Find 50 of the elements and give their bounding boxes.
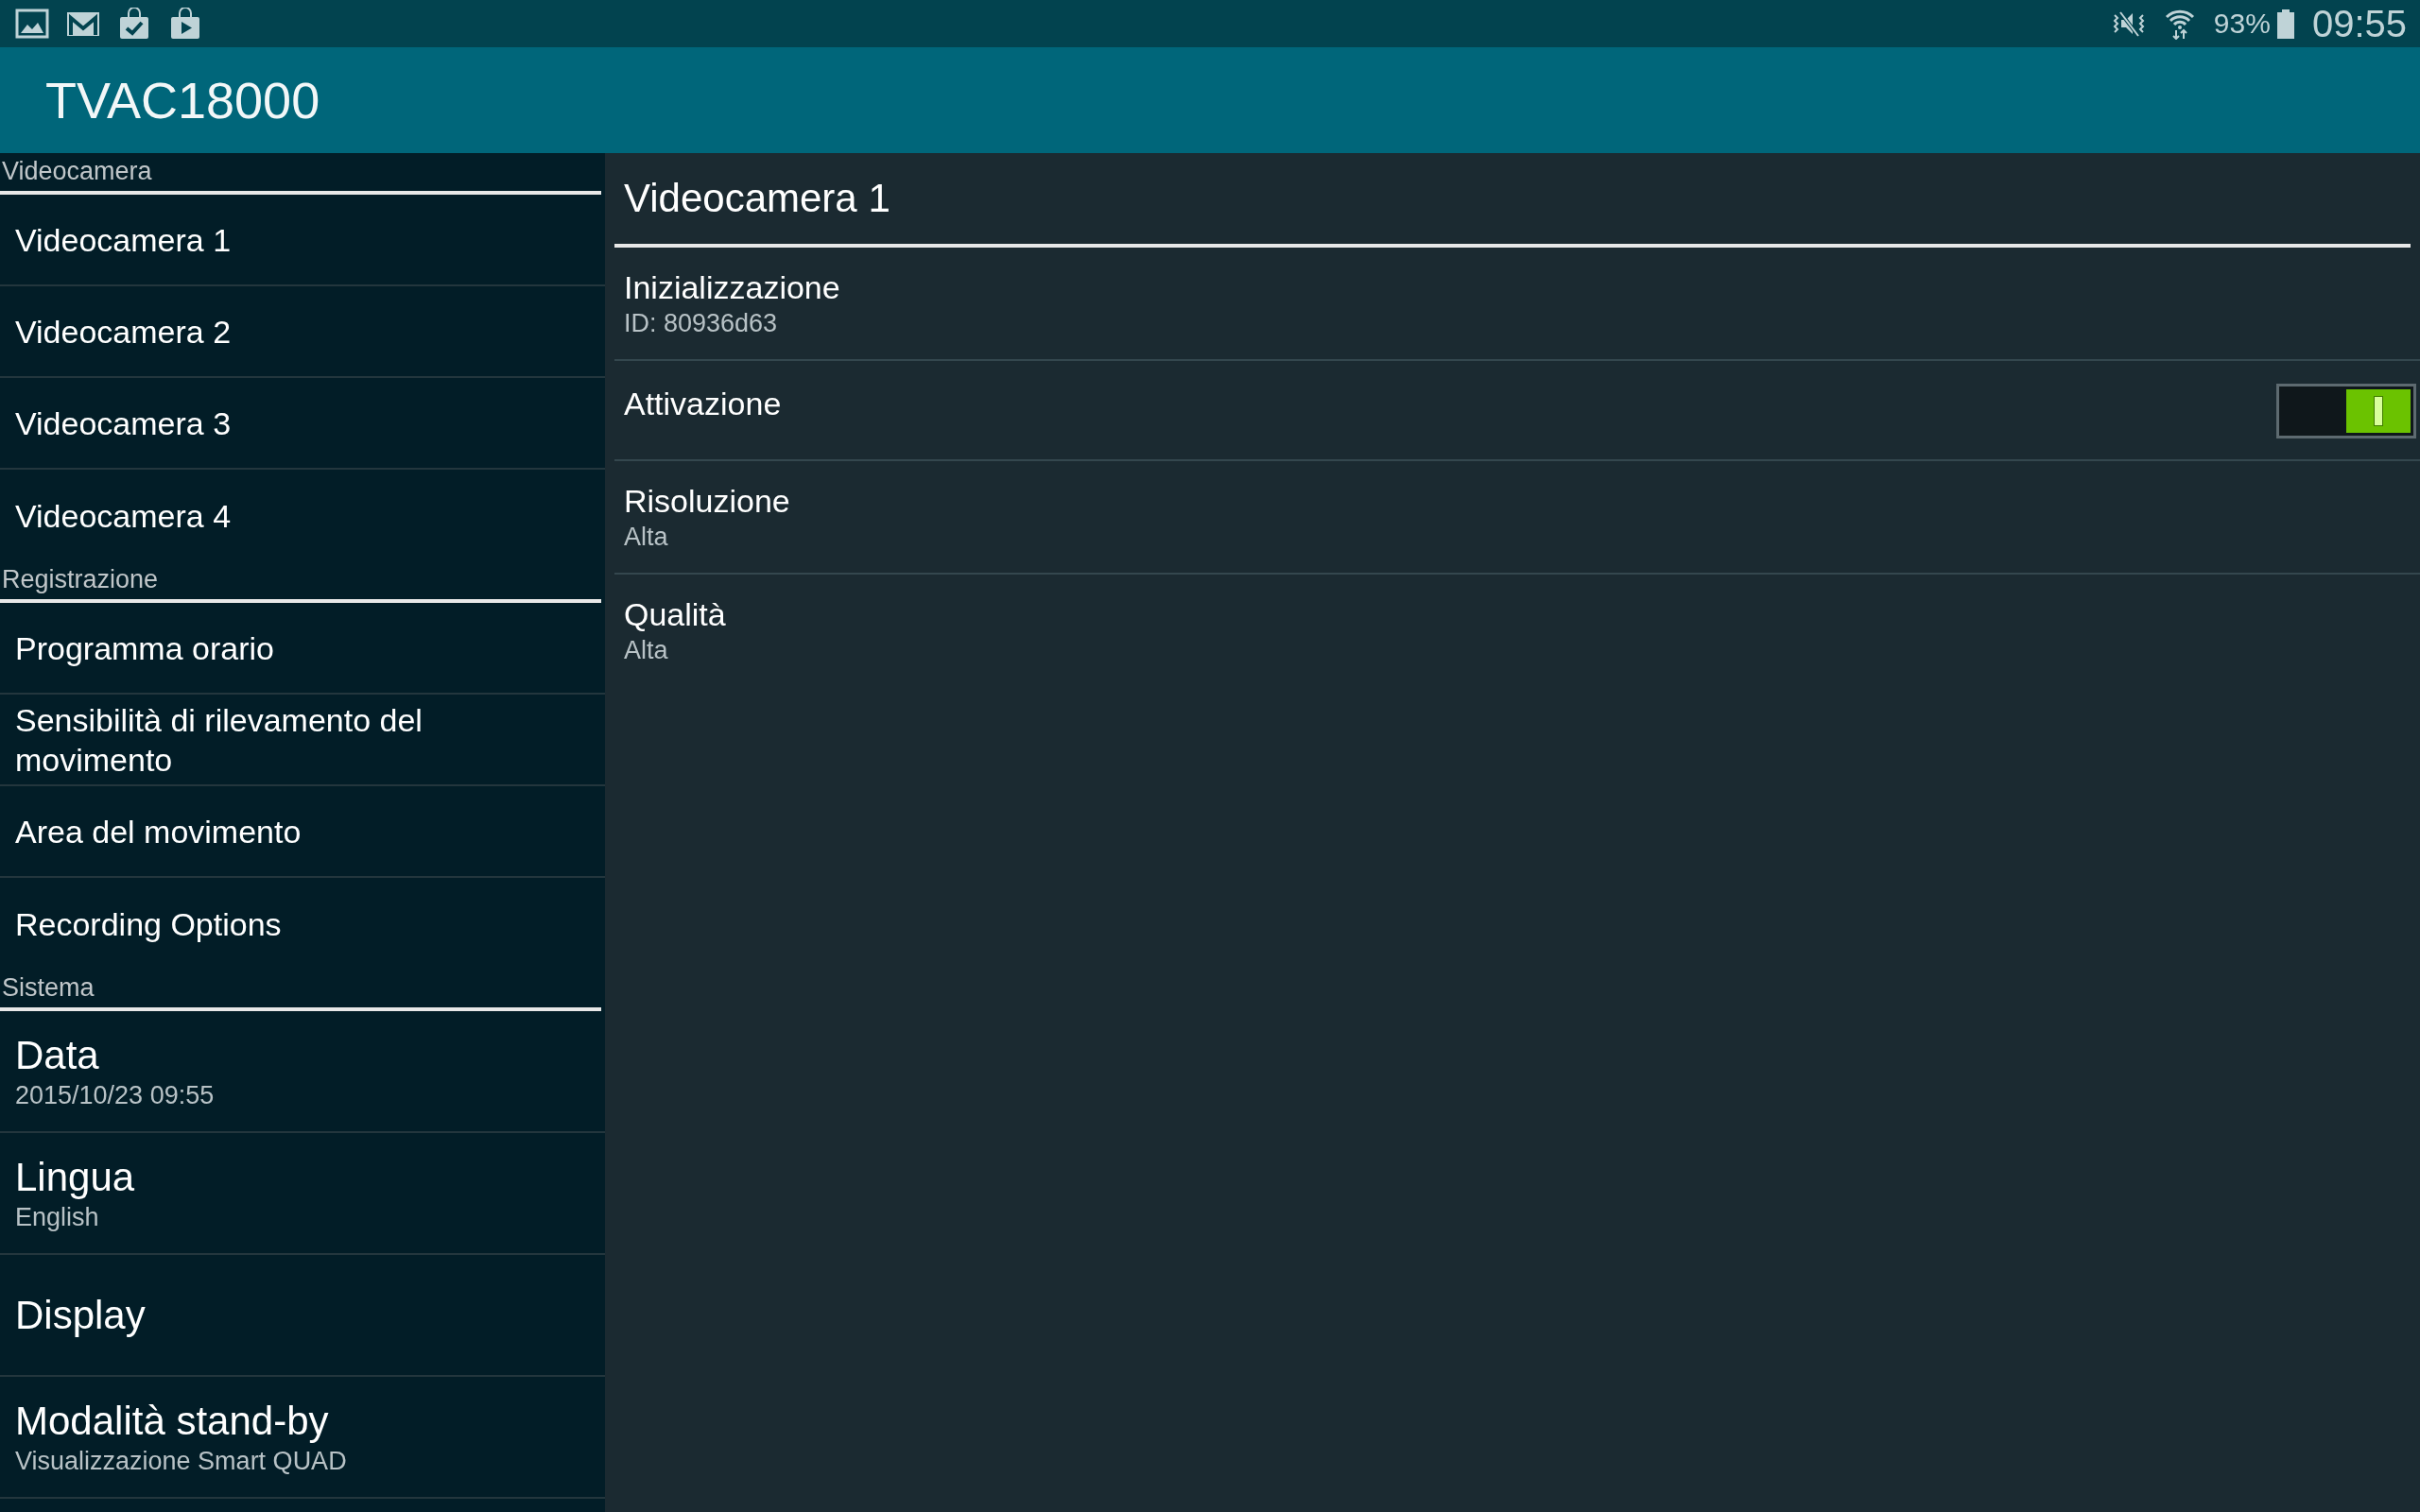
sidebar-item[interactable]: Videocamera 4 xyxy=(0,470,605,561)
item-label: Lingua xyxy=(15,1153,136,1201)
sidebar-item[interactable]: Data 2015/10/23 09:55 xyxy=(0,1011,605,1133)
item-label: Programma orario xyxy=(15,628,275,668)
battery-percentage: 93% xyxy=(2213,8,2271,40)
item-label: Display xyxy=(15,1291,147,1339)
item-label: Sensibilità di rilevamento del movimento xyxy=(15,700,424,780)
setting-summary: ID: 80936d63 xyxy=(624,308,779,339)
setting-row[interactable]: Attivazione xyxy=(614,361,2420,461)
shopping-bag-check-icon xyxy=(117,8,151,40)
sidebar-item[interactable]: Sensibilità di rilevamento del movimento xyxy=(0,695,605,786)
sidebar-item[interactable]: Lingua English xyxy=(0,1133,605,1255)
shopping-bag-play-icon xyxy=(168,8,202,40)
setting-title: Qualità xyxy=(624,595,727,634)
item-label: Videocamera 1 xyxy=(15,220,233,260)
setting-row[interactable]: Inizializzazione ID: 80936d63 xyxy=(614,248,2420,361)
sidebar-item[interactable]: Videocamera 2 xyxy=(0,286,605,378)
item-label: Videocamera 2 xyxy=(15,312,233,352)
item-label: Videocamera 4 xyxy=(15,496,233,536)
clock: 09:55 xyxy=(2311,2,2407,45)
item-summary: Visualizzazione Smart QUAD xyxy=(15,1445,348,1477)
item-label: Videocamera 3 xyxy=(15,404,233,443)
picture-icon xyxy=(15,8,49,40)
item-label: Recording Options xyxy=(15,904,283,944)
section-header: Registrazione xyxy=(0,561,601,603)
item-label: Data xyxy=(15,1031,100,1079)
setting-title: Attivazione xyxy=(624,385,783,423)
sidebar-item[interactable]: Recording Options xyxy=(0,878,605,970)
app-title: TVAC18000 xyxy=(45,71,320,129)
sidebar-item[interactable]: Videocamera 1 xyxy=(0,195,605,286)
setting-row[interactable]: Risoluzione Alta xyxy=(614,461,2420,575)
sidebar-item[interactable]: Videocamera 3 xyxy=(0,378,605,470)
setting-title: Risoluzione xyxy=(624,482,791,521)
setting-summary: Alta xyxy=(624,522,669,553)
battery-icon xyxy=(2275,8,2295,40)
setting-summary: Alta xyxy=(624,635,669,666)
section-header: Sistema xyxy=(0,970,601,1011)
section-header: Videocamera xyxy=(0,153,601,195)
item-summary: 2015/10/23 09:55 xyxy=(15,1079,216,1111)
item-label: Area del movimento xyxy=(15,812,302,851)
item-label: Modalità stand-by xyxy=(15,1397,330,1445)
sidebar-item[interactable]: Area del movimento xyxy=(0,786,605,878)
sidebar-item[interactable]: Display xyxy=(0,1255,605,1377)
sidebar-item[interactable]: Programma orario xyxy=(0,603,605,695)
item-summary: English xyxy=(15,1201,100,1233)
toggle-switch[interactable] xyxy=(2276,384,2416,438)
setting-row[interactable]: Qualità Alta xyxy=(614,575,2420,686)
detail-title: Videocamera 1 xyxy=(614,153,2411,248)
setting-title: Inizializzazione xyxy=(624,268,841,307)
sidebar-item[interactable]: Modalità stand-by Visualizzazione Smart QUAD xyxy=(0,1377,605,1499)
